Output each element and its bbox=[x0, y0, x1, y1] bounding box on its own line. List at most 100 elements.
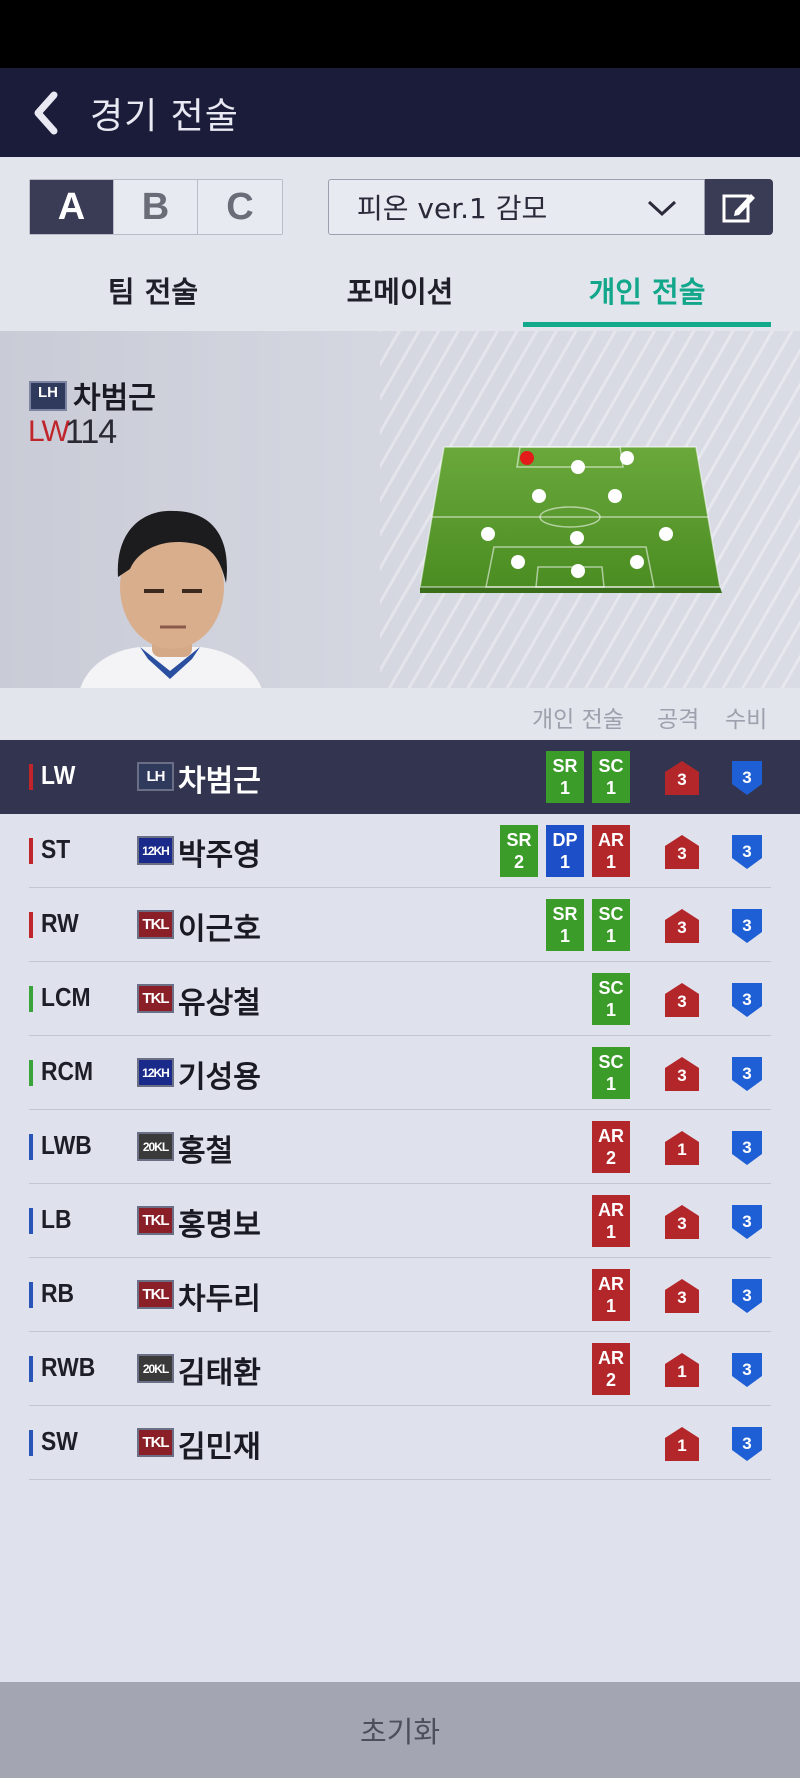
defense-level-icon[interactable]: 3 bbox=[731, 834, 763, 874]
position-label: RW bbox=[41, 908, 79, 938]
position-line-indicator bbox=[29, 1430, 33, 1456]
position-line-indicator bbox=[29, 1134, 33, 1160]
attack-level: 3 bbox=[677, 844, 687, 863]
formation-dot-lw bbox=[520, 451, 534, 465]
column-attack: 공격 bbox=[657, 707, 700, 733]
defense-level-icon[interactable]: 3 bbox=[731, 1426, 763, 1466]
manager-dropdown[interactable]: 피온 ver.1 감모 bbox=[328, 179, 705, 235]
attack-level-icon[interactable]: 3 bbox=[664, 1204, 700, 1244]
tactic-level: 2 bbox=[513, 852, 524, 872]
defense-level-icon[interactable]: 3 bbox=[731, 908, 763, 948]
defense-level-icon[interactable]: 3 bbox=[731, 760, 763, 800]
tab-individual-tactics[interactable]: 개인 전술 bbox=[523, 249, 771, 331]
attack-level: 3 bbox=[677, 1066, 687, 1085]
tactic-badge-ar[interactable]: AR 1 bbox=[592, 825, 630, 877]
position-line-indicator bbox=[29, 912, 33, 938]
defense-level: 3 bbox=[742, 1212, 752, 1231]
attack-level-icon[interactable]: 1 bbox=[664, 1130, 700, 1170]
attack-level-icon[interactable]: 3 bbox=[664, 1056, 700, 1096]
tactic-level: 1 bbox=[605, 1222, 616, 1242]
player-row-rb[interactable]: RB TKL 차두리 AR 1 3 3 bbox=[0, 1258, 800, 1332]
tactic-badge-ar[interactable]: AR 1 bbox=[592, 1269, 630, 1321]
attack-level: 3 bbox=[677, 1288, 687, 1307]
defense-level-icon[interactable]: 3 bbox=[731, 1130, 763, 1170]
position-label: LCM bbox=[41, 982, 91, 1012]
tactic-code: AR bbox=[598, 830, 624, 850]
tactic-badge-sc[interactable]: SC 1 bbox=[592, 751, 630, 803]
edit-icon bbox=[722, 194, 755, 223]
tactic-level: 1 bbox=[605, 1296, 616, 1316]
position-label: LWB bbox=[41, 1130, 92, 1160]
tab-formation[interactable]: 포메이션 bbox=[276, 249, 524, 331]
player-name: 차범근 bbox=[73, 381, 156, 416]
edit-button[interactable] bbox=[705, 179, 773, 235]
attack-level: 3 bbox=[677, 1214, 687, 1233]
player-row-rwb[interactable]: RWB 20KL 김태환 AR 2 1 3 bbox=[0, 1332, 800, 1406]
page-title: 경기 전술 bbox=[90, 95, 239, 137]
player-row-lwb[interactable]: LWB 20KL 홍철 AR 2 1 3 bbox=[0, 1110, 800, 1184]
tactic-badge-sc[interactable]: SC 1 bbox=[592, 899, 630, 951]
formation-dot-rcm bbox=[608, 489, 622, 503]
chevron-down-icon bbox=[647, 200, 677, 217]
defense-level-icon[interactable]: 3 bbox=[731, 1204, 763, 1244]
attack-level-icon[interactable]: 3 bbox=[664, 834, 700, 874]
attack-level-icon[interactable]: 1 bbox=[664, 1426, 700, 1466]
back-arrow-icon bbox=[34, 91, 58, 134]
tactic-badge-sr[interactable]: SR 2 bbox=[500, 825, 538, 877]
tactic-code: AR bbox=[598, 1274, 624, 1294]
player-row-rw[interactable]: RW TKL 이근호 SR 1 SC 1 3 3 bbox=[0, 888, 800, 962]
season-badge: 20KL bbox=[137, 1132, 174, 1161]
player-name: 차범근 bbox=[178, 764, 261, 799]
player-row-lb[interactable]: LB TKL 홍명보 AR 1 3 3 bbox=[0, 1184, 800, 1258]
tactic-badge-sr[interactable]: SR 1 bbox=[546, 751, 584, 803]
season-badge: 12KH bbox=[137, 836, 174, 865]
tactic-badge-sc[interactable]: SC 1 bbox=[592, 973, 630, 1025]
player-row-st[interactable]: ST 12KH 박주영 SR 2 DP 1 AR 1 3 3 bbox=[0, 814, 800, 888]
tactic-badge-ar[interactable]: AR 1 bbox=[592, 1195, 630, 1247]
defense-level: 3 bbox=[742, 1138, 752, 1157]
preset-c-button[interactable]: C bbox=[198, 180, 282, 234]
player-row-lcm[interactable]: LCM TKL 유상철 SC 1 3 3 bbox=[0, 962, 800, 1036]
tactic-badge-sr[interactable]: SR 1 bbox=[546, 899, 584, 951]
season-badge: 20KL bbox=[137, 1354, 174, 1383]
column-defense: 수비 bbox=[725, 707, 768, 733]
player-name: 기성용 bbox=[178, 1060, 261, 1095]
defense-level-icon[interactable]: 3 bbox=[731, 1352, 763, 1392]
tactic-level: 1 bbox=[559, 852, 570, 872]
defense-level-icon[interactable]: 3 bbox=[731, 1056, 763, 1096]
defense-level-icon[interactable]: 3 bbox=[731, 982, 763, 1022]
tactic-badge-sc[interactable]: SC 1 bbox=[592, 1047, 630, 1099]
player-name: 박주영 bbox=[178, 838, 261, 873]
formation-dot-lb bbox=[511, 555, 525, 569]
attack-level-icon[interactable]: 3 bbox=[664, 1278, 700, 1318]
attack-level-icon[interactable]: 3 bbox=[664, 982, 700, 1022]
season-badge: TKL bbox=[137, 1428, 174, 1457]
attack-level-icon[interactable]: 3 bbox=[664, 760, 700, 800]
season-badge: TKL bbox=[137, 1206, 174, 1235]
tactic-code: SR bbox=[506, 830, 532, 850]
tactic-badge-ar[interactable]: AR 2 bbox=[592, 1121, 630, 1173]
season-badge: TKL bbox=[137, 910, 174, 939]
tactic-level: 1 bbox=[559, 926, 570, 946]
attack-level-icon[interactable]: 1 bbox=[664, 1352, 700, 1392]
position-label: RWB bbox=[41, 1352, 96, 1382]
player-row-lw[interactable]: LW LH 차범근 SR 1 SC 1 3 3 bbox=[0, 740, 800, 814]
player-row-rcm[interactable]: RCM 12KH 기성용 SC 1 3 3 bbox=[0, 1036, 800, 1110]
defense-level-icon[interactable]: 3 bbox=[731, 1278, 763, 1318]
tactic-code: SR bbox=[552, 756, 578, 776]
defense-level: 3 bbox=[742, 916, 752, 935]
player-name: 유상철 bbox=[178, 986, 261, 1021]
player-row-sw[interactable]: SW TKL 김민재 1 3 bbox=[0, 1406, 800, 1480]
back-button[interactable] bbox=[0, 68, 90, 157]
attack-level: 3 bbox=[677, 770, 687, 789]
preset-b-button[interactable]: B bbox=[114, 180, 198, 234]
preset-a-button[interactable]: A bbox=[30, 180, 114, 234]
reset-button[interactable]: 초기화 bbox=[0, 1682, 800, 1778]
tactic-badge-ar[interactable]: AR 2 bbox=[592, 1343, 630, 1395]
tactic-badge-dp[interactable]: DP 1 bbox=[546, 825, 584, 877]
position-label: LW bbox=[41, 760, 76, 790]
position-line-indicator bbox=[29, 838, 33, 864]
attack-level-icon[interactable]: 3 bbox=[664, 908, 700, 948]
position-label: ST bbox=[41, 834, 71, 864]
tab-team-tactics[interactable]: 팀 전술 bbox=[29, 249, 277, 331]
